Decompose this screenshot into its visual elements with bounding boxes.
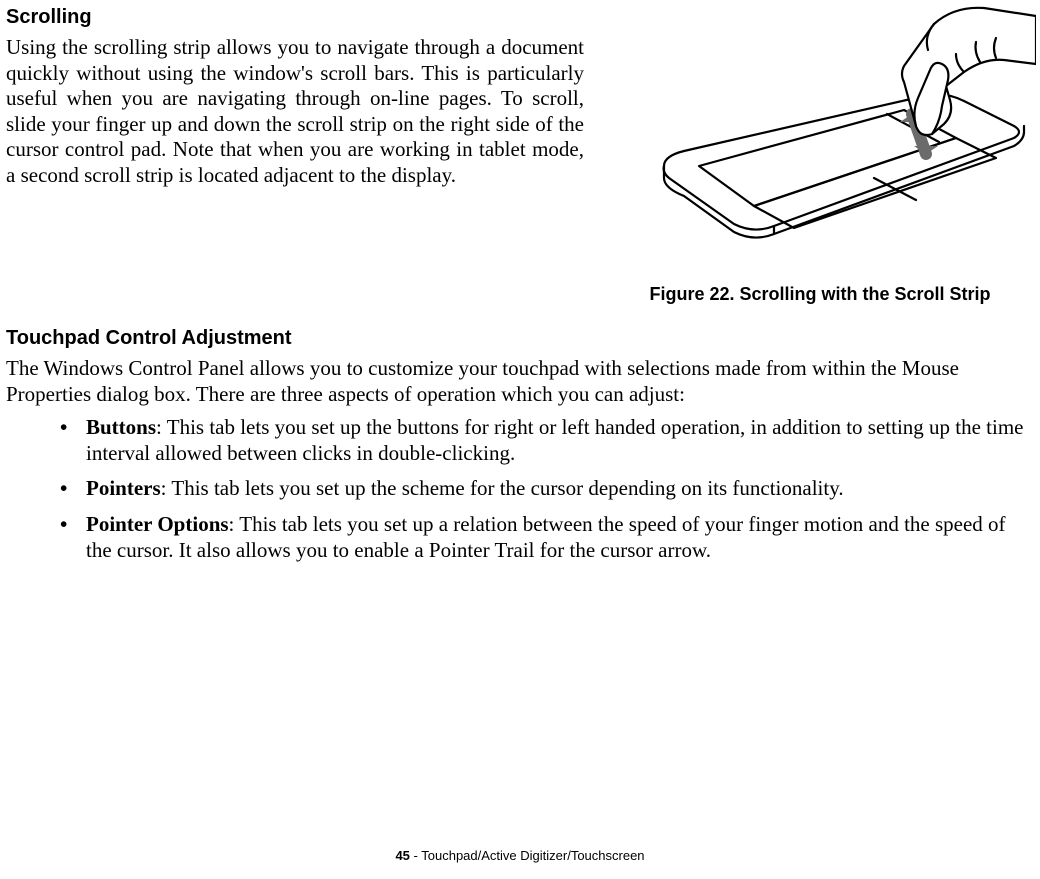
touchpad-intro: The Windows Control Panel allows you to … [6,356,1034,407]
bullet-text: : This tab lets you set up the scheme fo… [161,476,844,500]
bullet-item: Buttons: This tab lets you set up the bu… [60,415,1034,466]
page-number: 45 [395,848,409,863]
touchpad-section: Touchpad Control Adjustment The Windows … [4,327,1036,563]
scrolling-heading: Scrolling [6,6,584,29]
bullet-item: Pointers: This tab lets you set up the s… [60,476,1034,502]
touchpad-heading: Touchpad Control Adjustment [6,327,1034,350]
bullet-text: : This tab lets you set up the buttons f… [86,415,1024,465]
page-footer: 45 - Touchpad/Active Digitizer/Touchscre… [0,848,1040,863]
touchpad-scroll-illustration [604,6,1036,266]
document-page: Scrolling Using the scrolling strip allo… [0,0,1040,879]
footer-title: Touchpad/Active Digitizer/Touchscreen [421,848,644,863]
figure-caption-title: Scrolling with the Scroll Strip [740,284,991,304]
footer-separator: - [410,848,421,863]
bullet-item: Pointer Options: This tab lets you set u… [60,512,1034,563]
scrolling-section: Scrolling Using the scrolling strip allo… [4,6,1036,305]
figure-caption: Figure 22. Scrolling with the Scroll Str… [604,284,1036,305]
scrolling-text-column: Scrolling Using the scrolling strip allo… [4,6,584,189]
figure-column: Figure 22. Scrolling with the Scroll Str… [604,6,1036,305]
scrolling-body: Using the scrolling strip allows you to … [6,35,584,189]
bullet-label: Pointers [86,476,161,500]
bullet-label: Pointer Options [86,512,229,536]
bullet-label: Buttons [86,415,156,439]
touchpad-bullet-list: Buttons: This tab lets you set up the bu… [6,415,1034,563]
figure-caption-prefix: Figure 22. [649,284,739,304]
